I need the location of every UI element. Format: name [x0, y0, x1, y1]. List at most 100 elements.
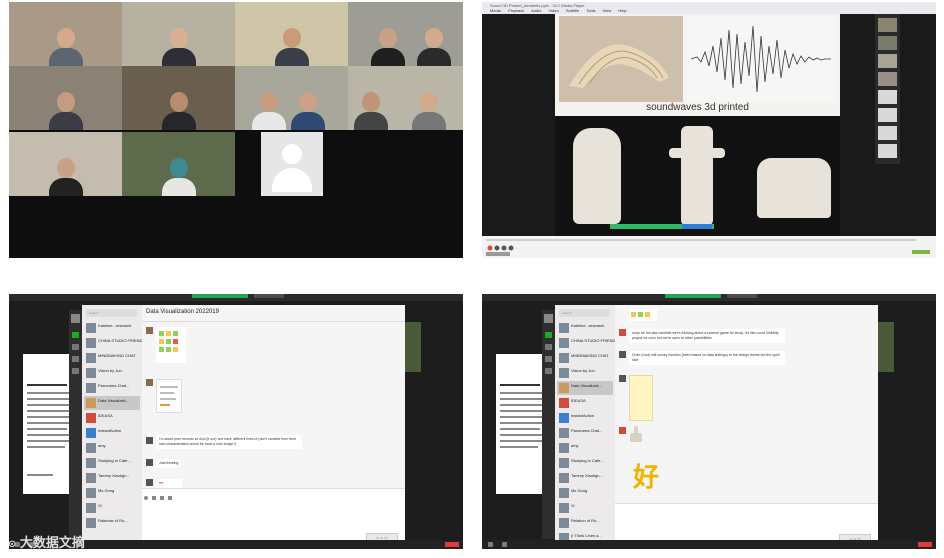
contacts-icon[interactable]: [72, 344, 79, 350]
conversation-item[interactable]: Kateline...research: [557, 321, 613, 335]
participant-thumbnail[interactable]: [878, 36, 897, 50]
participant-thumbnail[interactable]: [878, 108, 897, 122]
conversation-item[interactable]: InstantAction: [84, 426, 140, 440]
conversation-item[interactable]: Xi: [84, 501, 140, 515]
message-input-area[interactable]: Send (S): [142, 488, 405, 545]
chat-message[interactable]: Chen (Lind) will survey function (been b…: [629, 351, 785, 365]
participant-thumbnail[interactable]: [405, 322, 421, 372]
stop-share-button[interactable]: [727, 294, 757, 298]
avatar[interactable]: [619, 375, 626, 382]
participant-thumbnail[interactable]: [878, 54, 897, 68]
conversation-item[interactable]: IDEASA: [557, 396, 613, 410]
chat-message[interactable]: Just thinking: [156, 459, 182, 468]
conversation-item[interactable]: CHINA STUDIO FRIENDS: [84, 336, 145, 350]
participant-video-tile[interactable]: [9, 66, 122, 130]
toolbar-icons[interactable]: [142, 494, 202, 502]
conversation-item[interactable]: Panorama Chat...: [84, 381, 140, 395]
stop-share-button[interactable]: [254, 294, 284, 298]
participant-video-tile[interactable]: [348, 66, 463, 130]
thumbs-up-sticker[interactable]: [629, 425, 643, 443]
avatar[interactable]: [146, 379, 153, 386]
conversation-item[interactable]: IDEASA: [84, 411, 140, 425]
menu-item[interactable]: View: [603, 8, 612, 13]
conversation-item[interactable]: Panorama Chat...: [557, 426, 613, 440]
menu-item[interactable]: Subtitle: [566, 8, 579, 13]
mute-icon[interactable]: [488, 542, 493, 547]
conversation-item[interactable]: amy: [84, 441, 140, 455]
conversation-item[interactable]: CHINA STUDIO FRIENDS: [557, 336, 618, 350]
image-message[interactable]: [156, 379, 182, 413]
search-input[interactable]: Search: [559, 309, 610, 317]
end-meeting-button[interactable]: [918, 542, 932, 547]
emoji-message[interactable]: ♥♥: [156, 479, 182, 488]
conversation-item[interactable]: Tammy Xiaotign...: [84, 471, 140, 485]
conversation-item[interactable]: Studying in Cafe...: [557, 456, 613, 470]
conversation-item[interactable]: Tammy Xiaotign...: [557, 471, 613, 485]
menu-item[interactable]: Video: [549, 8, 559, 13]
participant-thumbnail[interactable]: [878, 72, 897, 86]
conversation-item-selected[interactable]: Data Visualizati...: [557, 381, 613, 395]
participant-video-tile[interactable]: [9, 132, 122, 196]
menu-item[interactable]: Tools: [586, 8, 595, 13]
video-icon[interactable]: [502, 542, 507, 547]
participant-thumbnail[interactable]: [878, 322, 894, 372]
conversation-item[interactable]: Vision by Jun: [84, 366, 140, 380]
conversation-item[interactable]: MINDMAKING CHAT: [84, 351, 140, 365]
conversation-item[interactable]: Vision by Jun: [557, 366, 613, 380]
menu-item[interactable]: Playback: [508, 8, 524, 13]
participant-video-tile[interactable]: [122, 2, 235, 66]
search-input[interactable]: Search: [86, 309, 137, 317]
favorites-icon[interactable]: [72, 356, 79, 362]
avatar[interactable]: [146, 437, 153, 444]
image-message[interactable]: [629, 375, 653, 421]
stop-share-button[interactable]: [682, 224, 712, 229]
participant-video-tile[interactable]: [122, 66, 235, 130]
playback-controls-icon[interactable]: [482, 236, 936, 258]
conversation-item[interactable]: Kateline...research: [84, 321, 140, 335]
chat-message[interactable]: sorry for the late candidel we're thinki…: [629, 329, 785, 343]
end-meeting-button[interactable]: [445, 542, 459, 547]
participant-thumbnail[interactable]: [878, 144, 897, 158]
avatar[interactable]: [619, 351, 626, 358]
participant-avatar-placeholder[interactable]: [261, 132, 323, 196]
avatar[interactable]: [146, 459, 153, 466]
sticker-message[interactable]: 好: [629, 463, 663, 493]
sharing-indicator[interactable]: [665, 294, 721, 298]
image-message[interactable]: [156, 327, 186, 363]
avatar[interactable]: [619, 427, 626, 434]
files-icon[interactable]: [72, 368, 79, 374]
contacts-icon[interactable]: [545, 344, 552, 350]
avatar[interactable]: [146, 479, 153, 486]
menu-item[interactable]: Media: [490, 8, 501, 13]
files-icon[interactable]: [545, 368, 552, 374]
conversation-item[interactable]: Rainbow of Ru...: [84, 516, 140, 530]
conversation-item-selected[interactable]: Data Visualizati...: [84, 396, 140, 410]
participant-thumbnail[interactable]: [878, 90, 897, 104]
message-input-area[interactable]: Send (S): [615, 503, 878, 545]
menu-item[interactable]: Help: [618, 8, 626, 13]
participant-video-tile[interactable]: [122, 132, 235, 196]
participant-video-tile[interactable]: [9, 2, 122, 66]
participant-thumbnail[interactable]: [878, 126, 897, 140]
conversation-item[interactable]: Xi: [557, 501, 613, 515]
avatar[interactable]: [619, 329, 626, 336]
chat-icon[interactable]: [72, 332, 79, 338]
image-message[interactable]: [629, 309, 657, 321]
chat-message[interactable]: I'm about peer records w/ And (it our) o…: [156, 435, 302, 449]
conversation-item[interactable]: Ms Gong: [557, 486, 613, 500]
chat-icon[interactable]: [545, 332, 552, 338]
avatar[interactable]: [146, 327, 153, 334]
conversation-item[interactable]: Ms Gong: [84, 486, 140, 500]
participant-thumbnail[interactable]: [878, 18, 897, 32]
conversation-item[interactable]: Relation of Ru...: [557, 516, 613, 530]
conversation-item[interactable]: MINDMAKING CHAT: [557, 351, 613, 365]
participant-video-tile[interactable]: [348, 2, 463, 66]
conversation-item[interactable]: InstantAction: [557, 411, 613, 425]
menu-item[interactable]: Audio: [531, 8, 541, 13]
avatar[interactable]: [544, 314, 553, 323]
favorites-icon[interactable]: [545, 356, 552, 362]
conversation-item[interactable]: Studying in Cafe...: [84, 456, 140, 470]
conversation-item[interactable]: amy: [557, 441, 613, 455]
sharing-indicator[interactable]: [192, 294, 248, 298]
participant-video-tile[interactable]: [235, 2, 348, 66]
